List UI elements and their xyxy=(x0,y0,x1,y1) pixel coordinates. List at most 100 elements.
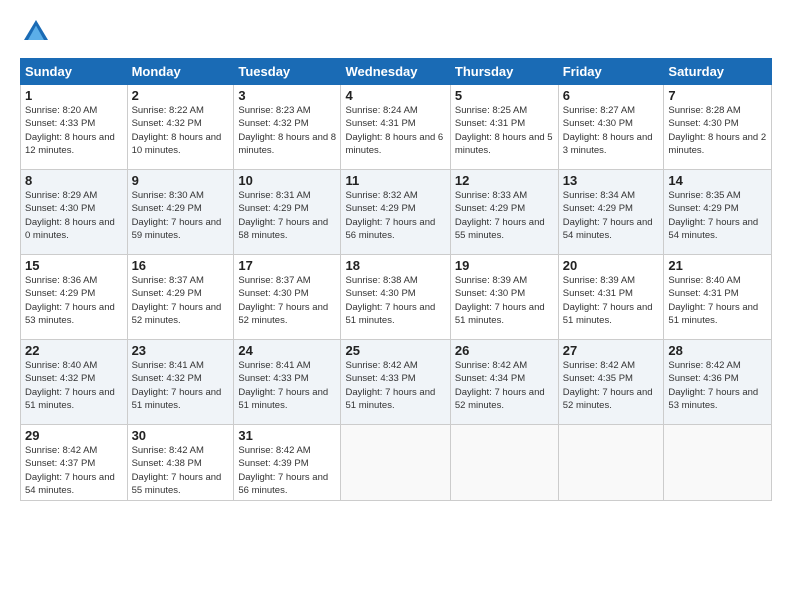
day-number: 25 xyxy=(345,343,445,358)
day-number: 21 xyxy=(668,258,767,273)
calendar-cell: 15 Sunrise: 8:36 AM Sunset: 4:29 PM Dayl… xyxy=(21,255,128,340)
day-info: Sunrise: 8:29 AM Sunset: 4:30 PM Dayligh… xyxy=(25,189,123,242)
day-number: 6 xyxy=(563,88,660,103)
day-info: Sunrise: 8:32 AM Sunset: 4:29 PM Dayligh… xyxy=(345,189,445,242)
day-number: 29 xyxy=(25,428,123,443)
day-number: 12 xyxy=(455,173,554,188)
weekday-header: Friday xyxy=(558,59,664,85)
day-number: 13 xyxy=(563,173,660,188)
day-info: Sunrise: 8:23 AM Sunset: 4:32 PM Dayligh… xyxy=(238,104,336,157)
calendar-week-row: 15 Sunrise: 8:36 AM Sunset: 4:29 PM Dayl… xyxy=(21,255,772,340)
day-info: Sunrise: 8:30 AM Sunset: 4:29 PM Dayligh… xyxy=(132,189,230,242)
day-info: Sunrise: 8:42 AM Sunset: 4:39 PM Dayligh… xyxy=(238,444,336,497)
calendar-cell: 10 Sunrise: 8:31 AM Sunset: 4:29 PM Dayl… xyxy=(234,170,341,255)
day-number: 9 xyxy=(132,173,230,188)
day-info: Sunrise: 8:20 AM Sunset: 4:33 PM Dayligh… xyxy=(25,104,123,157)
day-number: 5 xyxy=(455,88,554,103)
weekday-header: Thursday xyxy=(450,59,558,85)
calendar-cell: 31 Sunrise: 8:42 AM Sunset: 4:39 PM Dayl… xyxy=(234,425,341,501)
calendar-week-row: 1 Sunrise: 8:20 AM Sunset: 4:33 PM Dayli… xyxy=(21,85,772,170)
day-number: 7 xyxy=(668,88,767,103)
day-info: Sunrise: 8:28 AM Sunset: 4:30 PM Dayligh… xyxy=(668,104,767,157)
calendar-week-row: 29 Sunrise: 8:42 AM Sunset: 4:37 PM Dayl… xyxy=(21,425,772,501)
day-info: Sunrise: 8:22 AM Sunset: 4:32 PM Dayligh… xyxy=(132,104,230,157)
day-info: Sunrise: 8:42 AM Sunset: 4:37 PM Dayligh… xyxy=(25,444,123,497)
day-number: 1 xyxy=(25,88,123,103)
day-number: 24 xyxy=(238,343,336,358)
weekday-header: Sunday xyxy=(21,59,128,85)
day-number: 2 xyxy=(132,88,230,103)
day-number: 22 xyxy=(25,343,123,358)
calendar-cell: 7 Sunrise: 8:28 AM Sunset: 4:30 PM Dayli… xyxy=(664,85,772,170)
calendar-cell: 29 Sunrise: 8:42 AM Sunset: 4:37 PM Dayl… xyxy=(21,425,128,501)
calendar-cell xyxy=(341,425,450,501)
day-info: Sunrise: 8:41 AM Sunset: 4:32 PM Dayligh… xyxy=(132,359,230,412)
weekday-header: Wednesday xyxy=(341,59,450,85)
day-info: Sunrise: 8:40 AM Sunset: 4:32 PM Dayligh… xyxy=(25,359,123,412)
day-info: Sunrise: 8:42 AM Sunset: 4:36 PM Dayligh… xyxy=(668,359,767,412)
weekday-header: Tuesday xyxy=(234,59,341,85)
day-info: Sunrise: 8:25 AM Sunset: 4:31 PM Dayligh… xyxy=(455,104,554,157)
calendar-cell: 28 Sunrise: 8:42 AM Sunset: 4:36 PM Dayl… xyxy=(664,340,772,425)
calendar-cell: 20 Sunrise: 8:39 AM Sunset: 4:31 PM Dayl… xyxy=(558,255,664,340)
calendar-cell: 22 Sunrise: 8:40 AM Sunset: 4:32 PM Dayl… xyxy=(21,340,128,425)
calendar-cell: 23 Sunrise: 8:41 AM Sunset: 4:32 PM Dayl… xyxy=(127,340,234,425)
calendar-cell: 3 Sunrise: 8:23 AM Sunset: 4:32 PM Dayli… xyxy=(234,85,341,170)
calendar-cell: 9 Sunrise: 8:30 AM Sunset: 4:29 PM Dayli… xyxy=(127,170,234,255)
day-number: 15 xyxy=(25,258,123,273)
calendar-cell: 1 Sunrise: 8:20 AM Sunset: 4:33 PM Dayli… xyxy=(21,85,128,170)
calendar-cell: 21 Sunrise: 8:40 AM Sunset: 4:31 PM Dayl… xyxy=(664,255,772,340)
calendar-cell: 14 Sunrise: 8:35 AM Sunset: 4:29 PM Dayl… xyxy=(664,170,772,255)
day-number: 27 xyxy=(563,343,660,358)
day-info: Sunrise: 8:33 AM Sunset: 4:29 PM Dayligh… xyxy=(455,189,554,242)
day-number: 17 xyxy=(238,258,336,273)
calendar-cell: 18 Sunrise: 8:38 AM Sunset: 4:30 PM Dayl… xyxy=(341,255,450,340)
day-info: Sunrise: 8:37 AM Sunset: 4:29 PM Dayligh… xyxy=(132,274,230,327)
day-number: 14 xyxy=(668,173,767,188)
weekday-header: Saturday xyxy=(664,59,772,85)
day-number: 19 xyxy=(455,258,554,273)
calendar-cell: 12 Sunrise: 8:33 AM Sunset: 4:29 PM Dayl… xyxy=(450,170,558,255)
calendar-cell: 16 Sunrise: 8:37 AM Sunset: 4:29 PM Dayl… xyxy=(127,255,234,340)
logo-icon xyxy=(20,16,52,48)
day-number: 10 xyxy=(238,173,336,188)
calendar-cell: 24 Sunrise: 8:41 AM Sunset: 4:33 PM Dayl… xyxy=(234,340,341,425)
logo xyxy=(20,16,56,48)
calendar-cell: 5 Sunrise: 8:25 AM Sunset: 4:31 PM Dayli… xyxy=(450,85,558,170)
calendar-cell: 8 Sunrise: 8:29 AM Sunset: 4:30 PM Dayli… xyxy=(21,170,128,255)
day-number: 23 xyxy=(132,343,230,358)
calendar-week-row: 22 Sunrise: 8:40 AM Sunset: 4:32 PM Dayl… xyxy=(21,340,772,425)
day-number: 8 xyxy=(25,173,123,188)
day-number: 16 xyxy=(132,258,230,273)
calendar-cell: 4 Sunrise: 8:24 AM Sunset: 4:31 PM Dayli… xyxy=(341,85,450,170)
day-info: Sunrise: 8:42 AM Sunset: 4:35 PM Dayligh… xyxy=(563,359,660,412)
day-info: Sunrise: 8:37 AM Sunset: 4:30 PM Dayligh… xyxy=(238,274,336,327)
day-number: 11 xyxy=(345,173,445,188)
day-info: Sunrise: 8:36 AM Sunset: 4:29 PM Dayligh… xyxy=(25,274,123,327)
day-number: 31 xyxy=(238,428,336,443)
day-number: 26 xyxy=(455,343,554,358)
calendar-cell xyxy=(450,425,558,501)
calendar-table: SundayMondayTuesdayWednesdayThursdayFrid… xyxy=(20,58,772,501)
calendar-cell: 6 Sunrise: 8:27 AM Sunset: 4:30 PM Dayli… xyxy=(558,85,664,170)
day-info: Sunrise: 8:31 AM Sunset: 4:29 PM Dayligh… xyxy=(238,189,336,242)
day-info: Sunrise: 8:39 AM Sunset: 4:31 PM Dayligh… xyxy=(563,274,660,327)
day-info: Sunrise: 8:34 AM Sunset: 4:29 PM Dayligh… xyxy=(563,189,660,242)
calendar-cell: 30 Sunrise: 8:42 AM Sunset: 4:38 PM Dayl… xyxy=(127,425,234,501)
day-info: Sunrise: 8:24 AM Sunset: 4:31 PM Dayligh… xyxy=(345,104,445,157)
day-info: Sunrise: 8:27 AM Sunset: 4:30 PM Dayligh… xyxy=(563,104,660,157)
day-info: Sunrise: 8:42 AM Sunset: 4:33 PM Dayligh… xyxy=(345,359,445,412)
calendar-cell: 17 Sunrise: 8:37 AM Sunset: 4:30 PM Dayl… xyxy=(234,255,341,340)
calendar-cell: 2 Sunrise: 8:22 AM Sunset: 4:32 PM Dayli… xyxy=(127,85,234,170)
calendar-cell xyxy=(664,425,772,501)
calendar-cell: 25 Sunrise: 8:42 AM Sunset: 4:33 PM Dayl… xyxy=(341,340,450,425)
calendar-cell: 13 Sunrise: 8:34 AM Sunset: 4:29 PM Dayl… xyxy=(558,170,664,255)
day-number: 4 xyxy=(345,88,445,103)
day-info: Sunrise: 8:40 AM Sunset: 4:31 PM Dayligh… xyxy=(668,274,767,327)
day-number: 3 xyxy=(238,88,336,103)
calendar-week-row: 8 Sunrise: 8:29 AM Sunset: 4:30 PM Dayli… xyxy=(21,170,772,255)
calendar-cell: 27 Sunrise: 8:42 AM Sunset: 4:35 PM Dayl… xyxy=(558,340,664,425)
page: SundayMondayTuesdayWednesdayThursdayFrid… xyxy=(0,0,792,612)
day-number: 30 xyxy=(132,428,230,443)
calendar-cell: 19 Sunrise: 8:39 AM Sunset: 4:30 PM Dayl… xyxy=(450,255,558,340)
